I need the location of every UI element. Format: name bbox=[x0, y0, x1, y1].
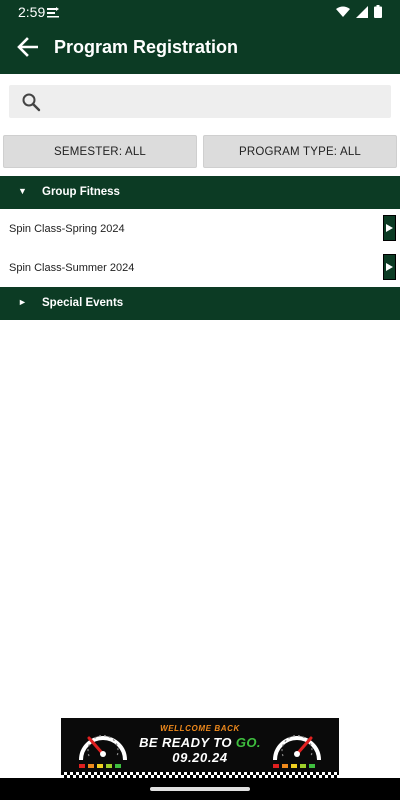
section-header-group-fitness[interactable]: ▼ Group Fitness bbox=[0, 176, 400, 209]
search-input[interactable] bbox=[53, 85, 383, 118]
speedometer-icon bbox=[269, 722, 325, 775]
section-title: Special Events bbox=[42, 297, 124, 309]
search-bar[interactable] bbox=[9, 85, 391, 118]
search-icon bbox=[21, 92, 41, 117]
section-header-special-events[interactable]: ► Special Events bbox=[0, 287, 400, 320]
back-button[interactable] bbox=[12, 35, 42, 63]
program-type-filter-label: PROGRAM TYPE: ALL bbox=[238, 145, 362, 158]
caret-down-icon: ▼ bbox=[18, 186, 27, 196]
program-type-filter-button[interactable]: PROGRAM TYPE: ALL bbox=[203, 135, 397, 168]
wifi-icon bbox=[336, 5, 350, 23]
semester-filter-button[interactable]: SEMESTER: ALL bbox=[3, 135, 197, 168]
notification-icon bbox=[46, 5, 60, 23]
list-item[interactable]: Spin Class-Summer 2024 bbox=[0, 248, 400, 286]
section-title: Group Fitness bbox=[42, 186, 120, 198]
list-item-label: Spin Class-Summer 2024 bbox=[9, 262, 135, 274]
list-item[interactable]: Spin Class-Spring 2024 bbox=[0, 209, 400, 247]
ad-tagline-highlight: GO. bbox=[235, 735, 261, 750]
signal-icon bbox=[356, 5, 368, 23]
caret-right-icon: ► bbox=[18, 297, 27, 307]
app-bar: Program Registration bbox=[0, 24, 400, 74]
system-nav-bar bbox=[0, 778, 400, 800]
page-title: Program Registration bbox=[54, 37, 239, 57]
chevron-right-icon[interactable] bbox=[383, 215, 396, 241]
status-time: 2:59 bbox=[18, 4, 46, 20]
ad-banner[interactable]: WELLCOME BACK BE READY TO GO. 09.20.24 bbox=[61, 718, 339, 778]
list-item-label: Spin Class-Spring 2024 bbox=[9, 223, 125, 235]
home-gesture-handle[interactable] bbox=[150, 787, 250, 791]
arrow-left-icon bbox=[16, 36, 39, 62]
ad-tagline-prefix: BE READY TO bbox=[139, 735, 236, 750]
chevron-right-icon[interactable] bbox=[383, 254, 396, 280]
battery-icon bbox=[374, 5, 382, 23]
status-bar: 2:59 bbox=[0, 0, 400, 24]
semester-filter-label: SEMESTER: ALL bbox=[53, 145, 147, 158]
